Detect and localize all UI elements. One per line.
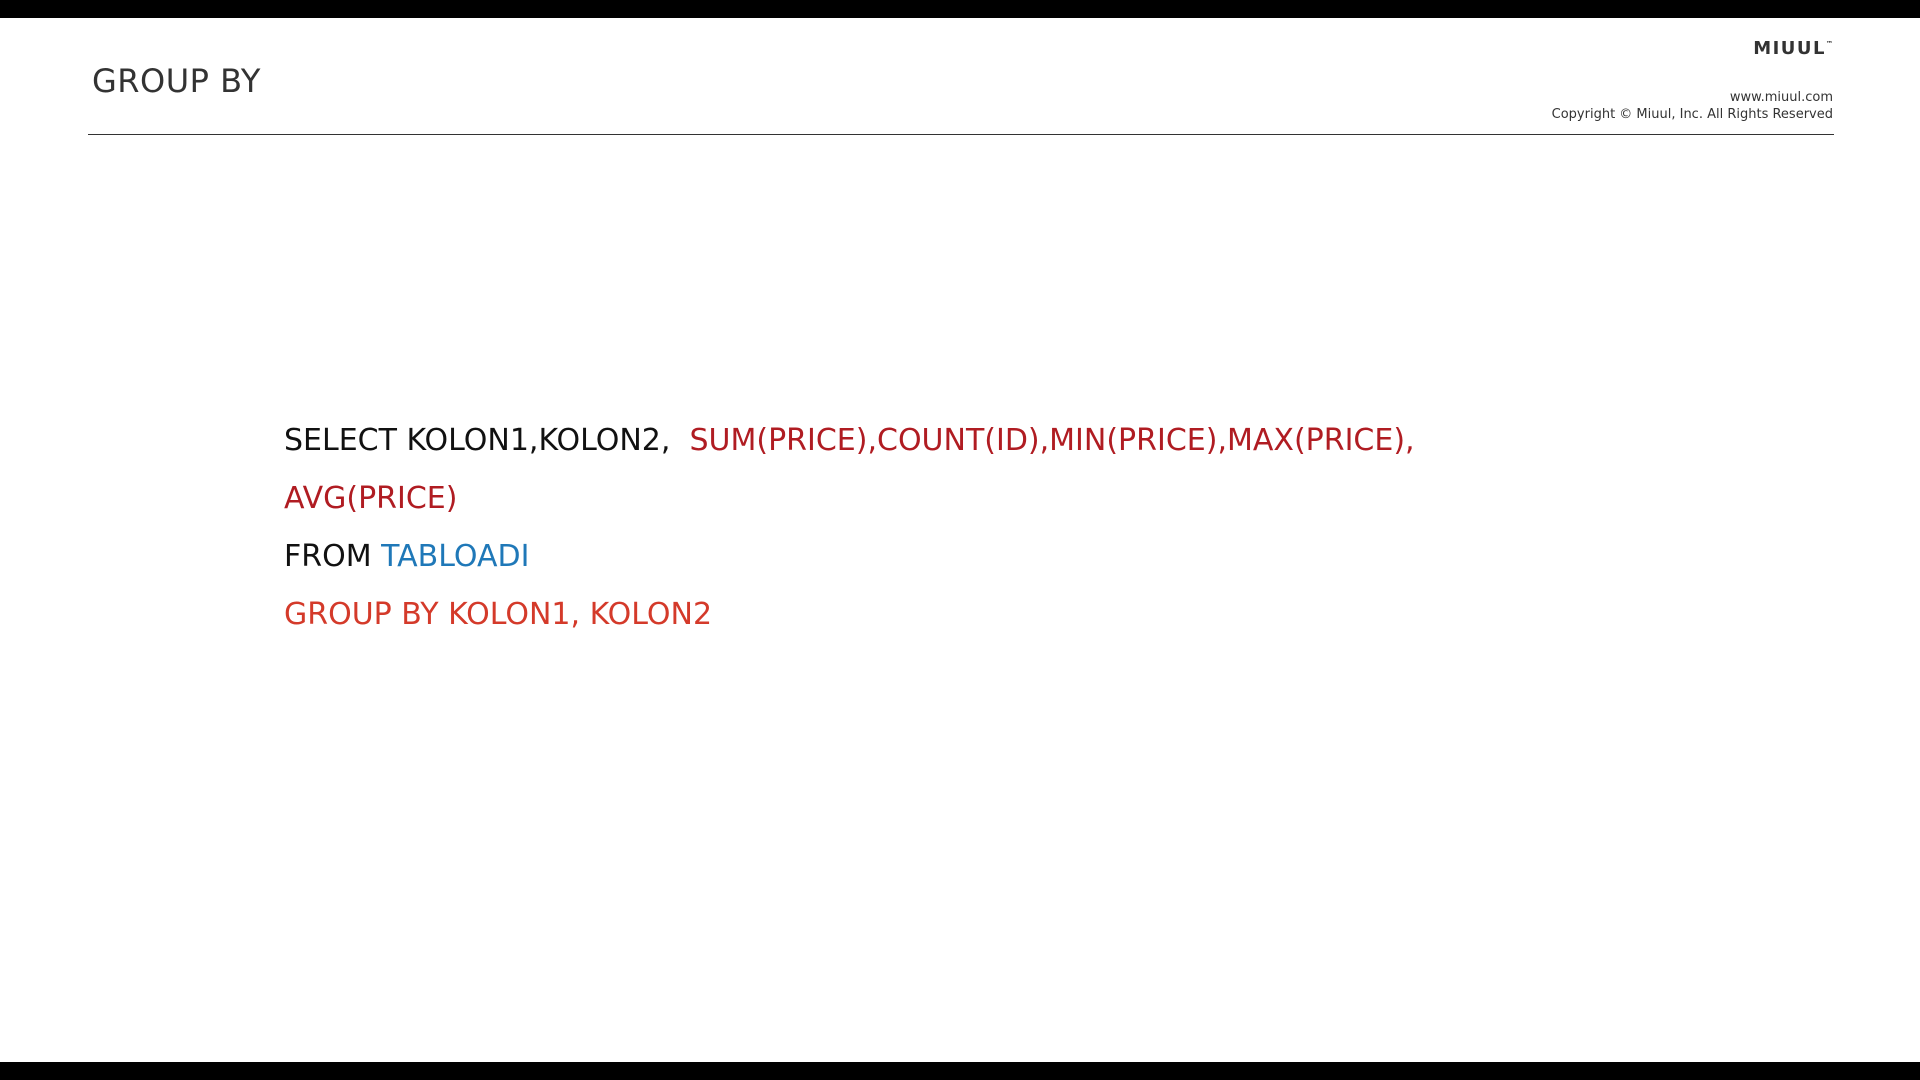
group-by-clause: GROUP BY KOLON1, KOLON2: [284, 597, 713, 632]
avg-function: AVG(PRICE): [284, 481, 458, 516]
from-line: FROM TABLOADI: [284, 528, 1415, 586]
presentation-frame: GROUP BY MIUUL™ www.miuul.com Copyright …: [0, 0, 1920, 1080]
slide-title: GROUP BY: [92, 62, 261, 100]
brand-logo: MIUUL™: [1753, 38, 1833, 59]
sql-code-block: SELECT KOLON1,KOLON2, SUM(PRICE),COUNT(I…: [284, 412, 1415, 644]
group-by-line: GROUP BY KOLON1, KOLON2: [284, 586, 1415, 644]
brand-name: MIUUL: [1753, 38, 1826, 59]
from-keyword: FROM: [284, 539, 382, 574]
slide: GROUP BY MIUUL™ www.miuul.com Copyright …: [0, 18, 1920, 1062]
select-keyword: SELECT KOLON1,KOLON2,: [284, 423, 690, 458]
table-name: TABLOADI: [381, 539, 530, 574]
aggregate-continuation-line: AVG(PRICE): [284, 470, 1415, 528]
aggregate-functions: SUM(PRICE),COUNT(ID),MIN(PRICE),MAX(PRIC…: [689, 423, 1415, 458]
header-divider: [88, 134, 1834, 135]
trademark-mark: ™: [1826, 40, 1833, 48]
select-line: SELECT KOLON1,KOLON2, SUM(PRICE),COUNT(I…: [284, 412, 1415, 470]
copyright-text: Copyright © Miuul, Inc. All Rights Reser…: [1551, 107, 1833, 122]
slide-meta: www.miuul.com Copyright © Miuul, Inc. Al…: [1552, 89, 1833, 123]
website-text: www.miuul.com: [1729, 90, 1833, 105]
